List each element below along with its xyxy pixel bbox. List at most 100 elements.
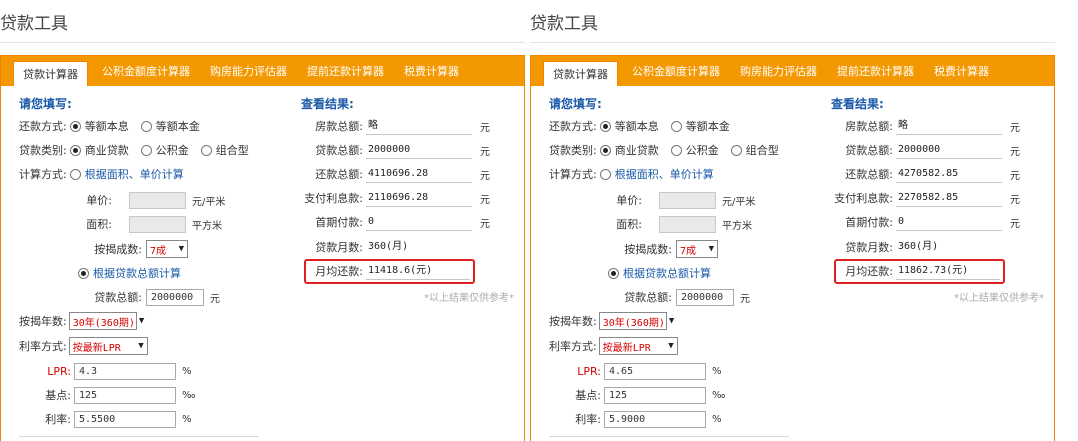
area-input[interactable]: [659, 215, 716, 233]
loan-combined-radio[interactable]: [200, 144, 212, 156]
title-divider: [0, 42, 525, 43]
calc-by-total-label[interactable]: 根据贷款总额计算: [623, 265, 711, 281]
loan-combined-radio[interactable]: [730, 144, 742, 156]
loan-type-row: 贷款类别: 商业贷款 公积金 组合型: [19, 140, 258, 160]
repay-equal-principal-radio[interactable]: [670, 120, 682, 132]
area-label-cell: 面积:: [19, 214, 112, 234]
interest-paid-value-cell: 2270582.85 元: [896, 188, 1020, 208]
repay-equal-installment-radio[interactable]: [69, 120, 81, 132]
loan-type-row: 贷款类别: 商业贷款 公积金 组合型: [549, 140, 788, 160]
tab-affordability-assessor[interactable]: 购房能力评估器: [740, 63, 817, 79]
tab-prepayment-calculator[interactable]: 提前还款计算器: [837, 63, 914, 79]
rate-input[interactable]: 5.5500: [74, 410, 176, 428]
interest-paid-value: 2110696.28: [366, 189, 472, 207]
rate-method-value: 按最新LPR: [72, 342, 121, 354]
calc-by-total-label[interactable]: 根据贷款总额计算: [93, 265, 181, 281]
basis-points-label: 基点:: [575, 389, 601, 402]
chevron-down-icon: ▼: [138, 341, 144, 351]
calc-by-area-label[interactable]: 根据面积、单价计算: [85, 166, 184, 182]
results-heading: 查看结果:: [831, 97, 884, 111]
house-total-unit: 元: [1010, 122, 1020, 134]
mortgage-ratio-value: 7成: [680, 245, 697, 257]
tab-loan-calculator[interactable]: 贷款计算器: [543, 61, 618, 86]
repay-method-row: 还款方式: 等额本息 等额本金: [19, 116, 209, 136]
repay-total-value: 4110696.28: [366, 165, 472, 183]
area-unit: 平方米: [192, 220, 222, 232]
mortgage-years-select[interactable]: 30年(360期) ▼: [598, 312, 674, 330]
unit-price-label: 单价:: [616, 194, 642, 207]
basis-points-field-cell: 125 ‰: [604, 385, 725, 405]
rate-method-row: 利率方式: 按最新LPR ▼: [19, 336, 148, 356]
house-total-value-cell: 略 元: [366, 116, 490, 136]
interest-paid-label: 支付利息款:: [834, 192, 893, 205]
form-bottom-divider: [19, 436, 259, 437]
down-payment-value: 0: [896, 213, 1002, 231]
tab-loan-calculator[interactable]: 贷款计算器: [13, 61, 88, 86]
basis-points-input[interactable]: 125: [74, 386, 176, 404]
tab-tax-calculator[interactable]: 税费计算器: [404, 63, 459, 79]
rate-input[interactable]: 5.9000: [604, 410, 706, 428]
unit-price-input[interactable]: [659, 191, 716, 209]
loan-total-unit: 元: [740, 293, 750, 305]
lpr-label-cell: LPR:: [19, 361, 71, 381]
calc-by-total-radio[interactable]: [78, 267, 89, 279]
lpr-input[interactable]: 4.3: [74, 362, 176, 380]
lpr-label: LPR:: [47, 364, 71, 378]
tab-affordability-assessor[interactable]: 购房能力评估器: [210, 63, 287, 79]
tab-prepayment-calculator[interactable]: 提前还款计算器: [307, 63, 384, 79]
mortgage-years-select[interactable]: 30年(360期) ▼: [68, 312, 144, 330]
lpr-input[interactable]: 4.65: [604, 362, 706, 380]
loan-commercial-radio[interactable]: [69, 144, 81, 156]
loan-calculator: 贷款计算器 公积金额度计算器 购房能力评估器 提前还款计算器 税费计算器 请您填…: [0, 55, 525, 441]
loan-total-label: 贷款总额:: [624, 291, 672, 304]
result-loan-total-label-cell: 贷款总额:: [291, 140, 363, 160]
calc-by-area-label[interactable]: 根据面积、单价计算: [615, 166, 714, 182]
rate-method-select[interactable]: 按最新LPR ▼: [68, 337, 148, 355]
loan-provident-radio[interactable]: [670, 144, 682, 156]
area-input[interactable]: [129, 215, 186, 233]
tab-provident-fund-calculator[interactable]: 公积金额度计算器: [102, 63, 190, 79]
loan-total-input[interactable]: 2000000: [676, 288, 734, 306]
calc-by-area-radio[interactable]: [599, 168, 611, 180]
rate-label-cell: 利率:: [549, 409, 601, 429]
repay-total-label: 还款总额:: [845, 168, 893, 181]
lpr-unit: %: [182, 365, 192, 377]
mortgage-ratio-select[interactable]: 7成 ▼: [146, 240, 188, 258]
loan-commercial-radio[interactable]: [599, 144, 611, 156]
lpr-label: LPR:: [577, 364, 601, 378]
repay-equal-principal-radio[interactable]: [140, 120, 152, 132]
mortgage-ratio-label: 按揭成数:: [624, 243, 672, 256]
house-total-value-cell: 略 元: [896, 116, 1020, 136]
loan-type-label: 贷款类别:: [549, 144, 597, 157]
repay-equal-installment-label: 等额本息: [84, 120, 129, 133]
area-field-cell: 平方米: [659, 214, 752, 234]
basis-points-input[interactable]: 125: [604, 386, 706, 404]
loan-total-field-cell: 2000000 元: [676, 287, 750, 307]
rate-method-label: 利率方式:: [19, 340, 67, 353]
rate-label-cell: 利率:: [19, 409, 71, 429]
loan-provident-radio[interactable]: [140, 144, 152, 156]
house-total-label-cell: 房款总额:: [291, 116, 363, 136]
calc-by-area-radio[interactable]: [69, 168, 81, 180]
down-payment-unit: 元: [1010, 218, 1020, 230]
mortgage-ratio-select[interactable]: 7成 ▼: [676, 240, 718, 258]
tab-tax-calculator[interactable]: 税费计算器: [934, 63, 989, 79]
rate-method-select[interactable]: 按最新LPR ▼: [598, 337, 678, 355]
down-payment-value: 0: [366, 213, 472, 231]
result-loan-total-label: 贷款总额:: [845, 144, 893, 157]
loan-combined-label: 组合型: [215, 144, 249, 157]
loan-total-input[interactable]: 2000000: [146, 288, 204, 306]
area-field-cell: 平方米: [129, 214, 222, 234]
chevron-down-icon: ▼: [708, 244, 714, 254]
interest-paid-value: 2270582.85: [896, 189, 1002, 207]
interest-paid-label: 支付利息款:: [304, 192, 363, 205]
loan-calculator: 贷款计算器 公积金额度计算器 购房能力评估器 提前还款计算器 税费计算器 请您填…: [530, 55, 1055, 441]
repay-method-label: 还款方式:: [19, 120, 67, 133]
loan-commercial-label: 商业贷款: [84, 144, 129, 157]
calc-method-row: 计算方式: 根据面积、单价计算: [549, 164, 714, 184]
tab-provident-fund-calculator[interactable]: 公积金额度计算器: [632, 63, 720, 79]
unit-price-input[interactable]: [129, 191, 186, 209]
calc-by-total-radio[interactable]: [608, 267, 619, 279]
repay-equal-installment-radio[interactable]: [599, 120, 611, 132]
house-total-unit: 元: [480, 122, 490, 134]
